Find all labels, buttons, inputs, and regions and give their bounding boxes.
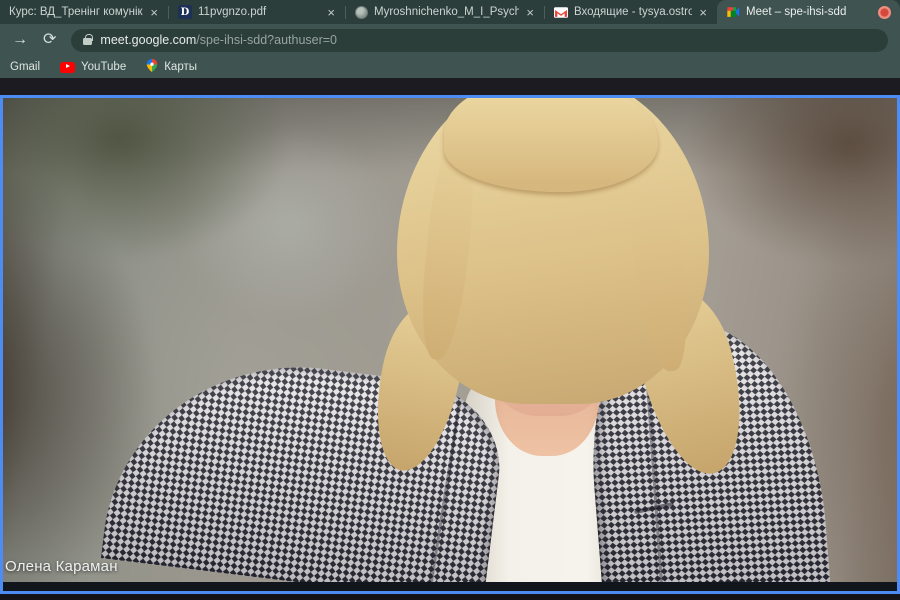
- bookmarks-bar: Gmail YouTube Карты: [0, 56, 900, 78]
- tab-strip: Курс: ВД_Тренінг комунікативн × D 11pvgn…: [0, 0, 900, 24]
- close-icon[interactable]: ×: [326, 6, 336, 19]
- tab-inbox[interactable]: Входящие - tysya.ostrovska@gm ×: [545, 0, 717, 24]
- close-icon[interactable]: ×: [698, 6, 708, 19]
- url-path: /spe-ihsi-sdd?authuser=0: [196, 33, 337, 47]
- close-icon[interactable]: ×: [525, 6, 535, 19]
- participant-name-label: Олена Караман: [5, 558, 118, 575]
- close-icon[interactable]: ×: [149, 6, 159, 19]
- globe-favicon: [355, 6, 368, 19]
- lock-icon: [83, 38, 92, 45]
- hair-bangs: [444, 98, 658, 192]
- tab-meet-active[interactable]: Meet – spe-ihsi-sdd: [717, 0, 900, 24]
- tab-pdf[interactable]: D 11pvgnzo.pdf ×: [169, 0, 345, 24]
- bookmark-label: YouTube: [81, 61, 126, 73]
- meet-page-background-bottom: [0, 594, 900, 600]
- desk-edge: [3, 582, 897, 591]
- toolbar: → ⟳ meet.google.com/spe-ihsi-sdd?authuse…: [0, 24, 900, 56]
- tab-title: 11pvgnzo.pdf: [198, 6, 320, 18]
- docdroid-favicon: D: [178, 5, 192, 19]
- address-bar[interactable]: meet.google.com/spe-ihsi-sdd?authuser=0: [71, 29, 888, 52]
- bookmark-youtube[interactable]: YouTube: [60, 61, 126, 73]
- tab-title: Meet – spe-ihsi-sdd: [746, 6, 872, 18]
- bookmark-label: Gmail: [10, 61, 40, 73]
- tab-title: Курс: ВД_Тренінг комунікативн: [9, 6, 143, 18]
- tab-title: Myroshnichenko_M_I_Psycholog: [374, 6, 519, 18]
- recording-indicator: [878, 6, 891, 19]
- url-host: meet.google.com: [100, 33, 196, 47]
- tab-course[interactable]: Курс: ВД_Тренінг комунікативн ×: [0, 0, 168, 24]
- video-tile-active-speaker[interactable]: Олена Караман: [0, 95, 900, 594]
- url-text: meet.google.com/spe-ihsi-sdd?authuser=0: [100, 33, 337, 47]
- video-feed: Олена Караман: [3, 98, 897, 591]
- meet-favicon: [726, 5, 740, 19]
- tab-title: Входящие - tysya.ostrovska@gm: [574, 6, 692, 18]
- meet-page-background: [0, 78, 900, 95]
- gmail-favicon: [554, 7, 568, 18]
- tab-psychology[interactable]: Myroshnichenko_M_I_Psycholog ×: [346, 0, 544, 24]
- bookmark-label: Карты: [164, 61, 197, 73]
- maps-icon: [146, 59, 158, 75]
- bookmark-maps[interactable]: Карты: [146, 59, 197, 75]
- reload-icon[interactable]: ⟳: [43, 32, 56, 48]
- bookmark-gmail[interactable]: Gmail: [10, 61, 40, 73]
- forward-icon[interactable]: →: [12, 32, 28, 48]
- youtube-icon: [60, 62, 75, 73]
- browser-window: Курс: ВД_Тренінг комунікативн × D 11pvgn…: [0, 0, 900, 600]
